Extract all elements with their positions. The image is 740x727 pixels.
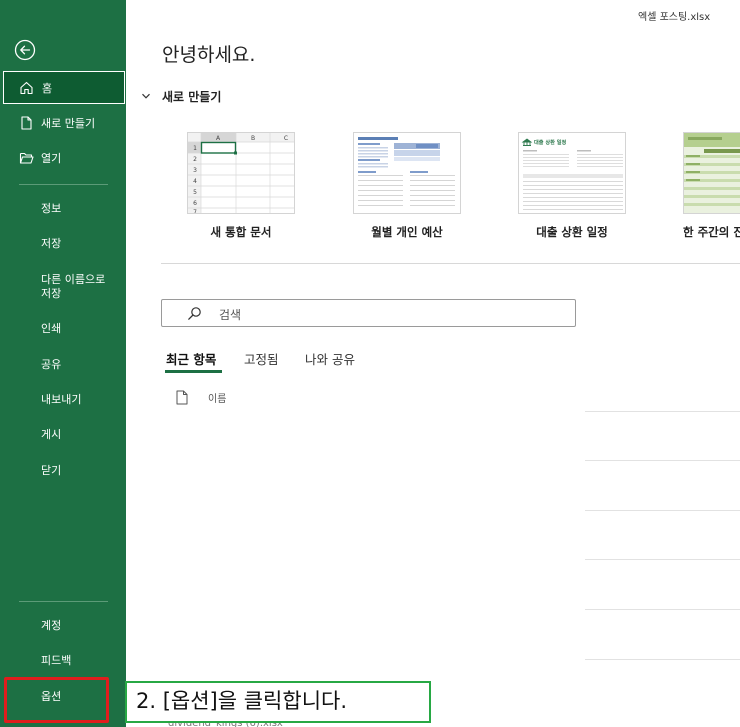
grid-row-4: 4 (193, 178, 197, 185)
sidebar-item-info[interactable]: 정보 (0, 191, 126, 225)
loan-template-title: 대출 상환 일정 (534, 138, 566, 146)
sidebar-item-new[interactable]: 새로 만들기 (0, 106, 126, 140)
sidebar-item-label: 다른 이름으로 저장 (41, 273, 106, 300)
sidebar-item-label: 정보 (41, 202, 62, 215)
sidebar-item-label: 새로 만들기 (41, 117, 96, 130)
sidebar-divider (19, 601, 108, 602)
sidebar-item-label: 계정 (41, 619, 62, 632)
sidebar-item-save-as[interactable]: 다른 이름으로 저장 (0, 268, 126, 306)
sidebar-item-options[interactable]: 옵션 (0, 679, 126, 713)
sidebar-item-label: 내보내기 (41, 393, 82, 406)
grid-row-6: 6 (193, 200, 197, 207)
weekly-template-thumbnail (684, 133, 740, 213)
sidebar-item-account[interactable]: 계정 (0, 608, 126, 642)
open-folder-icon (19, 152, 34, 164)
grid-row-2: 2 (193, 156, 197, 163)
grid-col-c: C (284, 135, 288, 142)
page-title: 안녕하세요. (162, 44, 256, 66)
sidebar-item-label: 옵션 (41, 690, 62, 703)
sidebar-item-label: 인쇄 (41, 322, 62, 335)
sidebar-divider (19, 184, 108, 185)
template-loan-schedule[interactable]: 대출 상환 일정 (518, 132, 626, 214)
tab-pinned[interactable]: 고정됨 (244, 349, 279, 368)
sidebar-item-open[interactable]: 열기 (0, 141, 126, 175)
tab-recent[interactable]: 최근 항목 (166, 349, 216, 368)
section-divider (161, 263, 740, 264)
sidebar-item-label: 저장 (41, 237, 62, 250)
grid-row-5: 5 (193, 189, 197, 196)
sidebar-item-label: 피드백 (41, 654, 72, 667)
search-icon (188, 307, 201, 320)
sidebar-item-export[interactable]: 내보내기 (0, 382, 126, 416)
sidebar-item-share[interactable]: 공유 (0, 347, 126, 381)
list-row-divider (585, 411, 740, 412)
sidebar-item-save[interactable]: 저장 (0, 226, 126, 260)
back-arrow-icon[interactable] (14, 39, 36, 61)
grid-col-b: B (251, 135, 255, 142)
sidebar-item-label: 게시 (41, 428, 62, 441)
new-section-toggle[interactable]: 새로 만들기 (141, 87, 221, 105)
active-tab-indicator (165, 370, 222, 373)
monthly-budget-thumbnail (354, 133, 460, 213)
list-row-divider (585, 510, 740, 511)
grid-row-1: 1 (193, 145, 197, 152)
search-input[interactable]: 검색 (161, 299, 576, 327)
sidebar-item-label: 홈 (42, 81, 53, 95)
sidebar-item-publish[interactable]: 게시 (0, 417, 126, 451)
sidebar-item-print[interactable]: 인쇄 (0, 311, 126, 345)
template-weekly[interactable] (683, 132, 740, 214)
excel-backstage: 홈 새로 만들기 열기 정보 저장 다른 이름으로 저장 인쇄 공유 내보내기 … (0, 0, 740, 727)
template-label: 한 주간의 진 (683, 225, 740, 239)
list-row-divider (585, 460, 740, 461)
window-title: 엑셀 포스팅.xlsx (638, 12, 711, 23)
template-label: 새 통합 문서 (210, 225, 272, 239)
blank-workbook-thumbnail: A B C 1 2 3 4 5 6 7 (188, 133, 294, 214)
backstage-sidebar: 홈 새로 만들기 열기 정보 저장 다른 이름으로 저장 인쇄 공유 내보내기 … (0, 0, 126, 727)
home-icon (20, 81, 33, 94)
loan-schedule-thumbnail: 대출 상환 일정 (519, 133, 625, 213)
sidebar-item-label: 공유 (41, 358, 62, 371)
sidebar-item-label: 열기 (41, 152, 62, 165)
file-icon (176, 390, 188, 404)
list-row-divider (585, 659, 740, 660)
sidebar-item-feedback[interactable]: 피드백 (0, 643, 126, 677)
instruction-callout: 2. [옵션]을 클릭합니다. (125, 681, 431, 723)
template-label: 월별 개인 예산 (371, 225, 443, 239)
list-header-name[interactable]: 이름 (176, 389, 226, 405)
list-row-divider (585, 609, 740, 610)
sidebar-item-home[interactable]: 홈 (3, 71, 125, 104)
sidebar-item-close[interactable]: 닫기 (0, 453, 126, 487)
grid-row-3: 3 (193, 167, 197, 174)
template-blank-workbook[interactable]: A B C 1 2 3 4 5 6 7 (187, 132, 295, 214)
tab-shared-with-me[interactable]: 나와 공유 (305, 349, 355, 368)
template-label: 대출 상환 일정 (536, 225, 608, 239)
list-row-divider (585, 559, 740, 560)
section-title: 새로 만들기 (162, 89, 222, 104)
grid-row-7: 7 (193, 209, 197, 214)
chevron-down-icon (142, 93, 150, 99)
search-placeholder: 검색 (219, 308, 242, 322)
template-monthly-budget[interactable] (353, 132, 461, 214)
sidebar-item-label: 닫기 (41, 464, 62, 477)
new-document-icon (21, 116, 32, 130)
column-label: 이름 (208, 393, 227, 405)
